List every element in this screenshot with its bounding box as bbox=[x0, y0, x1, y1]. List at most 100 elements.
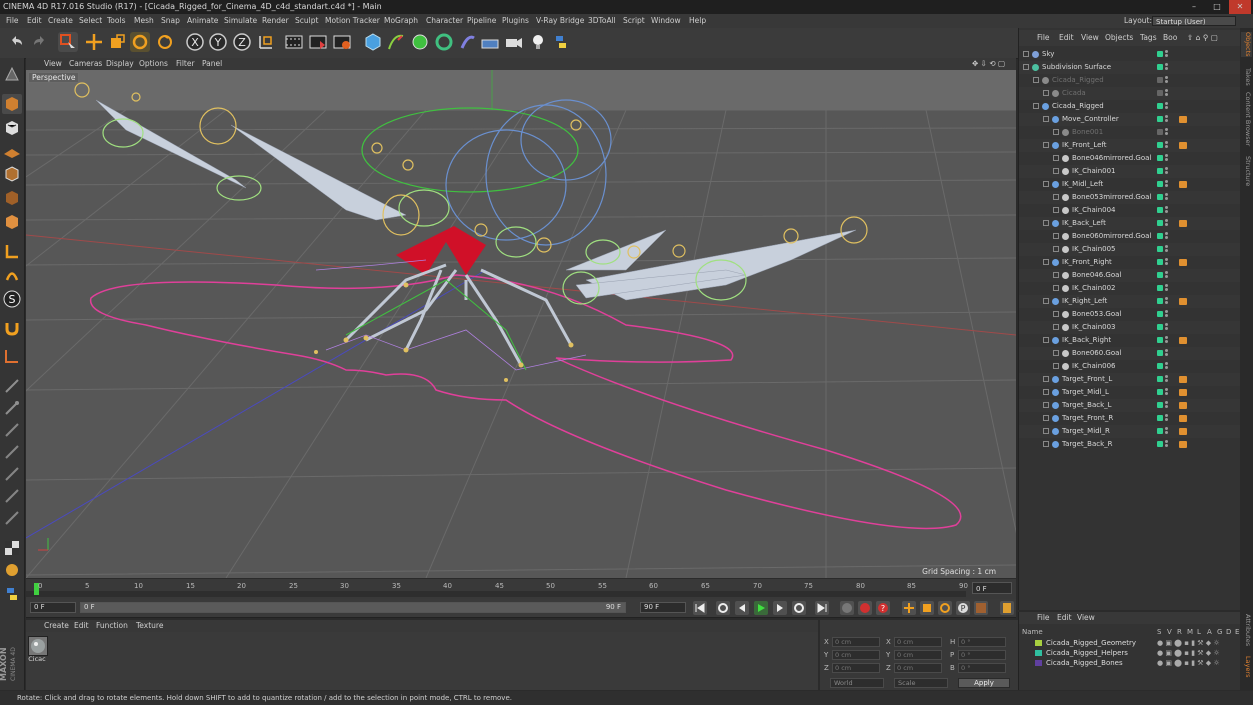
material-menu-texture[interactable]: Texture bbox=[136, 620, 163, 632]
undo-icon[interactable] bbox=[6, 32, 26, 52]
next-frame-icon[interactable] bbox=[773, 601, 787, 615]
axis-mode-icon[interactable] bbox=[2, 241, 22, 261]
layer-tag-icon[interactable] bbox=[1157, 155, 1163, 161]
object-row[interactable]: IK_Back_Right bbox=[1019, 334, 1241, 347]
visibility-dots-icon[interactable] bbox=[1165, 167, 1168, 176]
object-row[interactable]: Cicada_Rigged bbox=[1019, 74, 1241, 87]
size-z-field[interactable]: 0 cm bbox=[894, 663, 942, 673]
python-script-icon[interactable] bbox=[2, 584, 22, 604]
layer-tag-icon[interactable] bbox=[1157, 246, 1163, 252]
menu-window[interactable]: Window bbox=[651, 14, 681, 28]
goto-end-icon[interactable] bbox=[815, 601, 829, 615]
layer-tag-icon[interactable] bbox=[1157, 259, 1163, 265]
material-swatch[interactable] bbox=[28, 636, 48, 656]
expand-toggle-icon[interactable] bbox=[1043, 142, 1049, 148]
floor-icon[interactable] bbox=[480, 32, 500, 52]
expand-toggle-icon[interactable] bbox=[1043, 441, 1049, 447]
expand-toggle-icon[interactable] bbox=[1043, 298, 1049, 304]
points-mode-icon[interactable] bbox=[2, 164, 22, 184]
object-row[interactable]: IK_Chain006 bbox=[1019, 360, 1241, 373]
brush-icon[interactable] bbox=[2, 398, 22, 418]
end-frame-field[interactable]: 90 F bbox=[640, 602, 686, 613]
expand-toggle-icon[interactable] bbox=[1033, 77, 1039, 83]
weld-icon[interactable] bbox=[2, 508, 22, 528]
object-row[interactable]: IK_Chain005 bbox=[1019, 243, 1241, 256]
size-x-field[interactable]: 0 cm bbox=[894, 637, 942, 647]
object-row[interactable]: Target_Front_L bbox=[1019, 373, 1241, 386]
visibility-dots-icon[interactable] bbox=[1165, 349, 1168, 358]
scale-icon[interactable] bbox=[107, 32, 127, 52]
model-mode-icon[interactable] bbox=[2, 94, 22, 114]
visibility-dots-icon[interactable] bbox=[1165, 440, 1168, 449]
expand-toggle-icon[interactable] bbox=[1043, 259, 1049, 265]
object-row[interactable]: Bone001 bbox=[1019, 126, 1241, 139]
constraint-tag-icon[interactable] bbox=[1179, 298, 1187, 305]
visibility-dots-icon[interactable] bbox=[1165, 336, 1168, 345]
expand-toggle-icon[interactable] bbox=[1053, 207, 1059, 213]
cube-icon[interactable] bbox=[363, 32, 383, 52]
menu-file[interactable]: File bbox=[6, 14, 19, 28]
expand-toggle-icon[interactable] bbox=[1053, 272, 1059, 278]
om-menu-file[interactable]: File bbox=[1037, 30, 1050, 46]
menu-animate[interactable]: Animate bbox=[187, 14, 218, 28]
layer-toggles[interactable]: ● ▣ ⬤ ▪ ▮ ⚒ ◆ ☼ bbox=[1157, 638, 1220, 648]
visibility-dots-icon[interactable] bbox=[1165, 206, 1168, 215]
expand-toggle-icon[interactable] bbox=[1043, 116, 1049, 122]
layer-tag-icon[interactable] bbox=[1157, 233, 1163, 239]
tab-attributes[interactable]: Attributes bbox=[1241, 614, 1252, 646]
layer-tag-icon[interactable] bbox=[1157, 194, 1163, 200]
maximize-button[interactable]: □ bbox=[1206, 0, 1228, 14]
tab-structure[interactable]: Structure bbox=[1241, 156, 1252, 186]
object-row[interactable]: Cicada_Rigged bbox=[1019, 100, 1241, 113]
layer-tag-icon[interactable] bbox=[1157, 337, 1163, 343]
visibility-dots-icon[interactable] bbox=[1165, 310, 1168, 319]
menu-vray-bridge[interactable]: V-Ray Bridge bbox=[536, 14, 584, 28]
move-key-icon[interactable] bbox=[902, 601, 916, 615]
layer-tag-icon[interactable] bbox=[1157, 90, 1163, 96]
coordinate-system-icon[interactable] bbox=[256, 32, 276, 52]
visibility-dots-icon[interactable] bbox=[1165, 297, 1168, 306]
light-icon[interactable] bbox=[528, 32, 548, 52]
next-key-icon[interactable] bbox=[792, 601, 806, 615]
extrude-icon[interactable] bbox=[2, 442, 22, 462]
om-menu-bookmarks[interactable]: Boo bbox=[1163, 30, 1177, 46]
viewport-nav-icons[interactable]: ✥ ⇩ ⟲ ▢ bbox=[972, 58, 1005, 70]
expand-toggle-icon[interactable] bbox=[1043, 402, 1049, 408]
visibility-dots-icon[interactable] bbox=[1165, 154, 1168, 163]
array-icon[interactable] bbox=[434, 32, 454, 52]
object-row[interactable]: Bone053.Goal bbox=[1019, 308, 1241, 321]
layer-tag-icon[interactable] bbox=[1157, 129, 1163, 135]
layer-tag-icon[interactable] bbox=[1157, 116, 1163, 122]
tweak-mode-icon[interactable] bbox=[2, 265, 22, 285]
menu-plugins[interactable]: Plugins bbox=[502, 14, 529, 28]
layer-tag-icon[interactable] bbox=[1157, 298, 1163, 304]
deformer-icon[interactable] bbox=[458, 32, 478, 52]
object-row[interactable]: Bone046.Goal bbox=[1019, 269, 1241, 282]
object-row[interactable]: Sky bbox=[1019, 48, 1241, 61]
layer-tag-icon[interactable] bbox=[1157, 428, 1163, 434]
magnet-icon[interactable] bbox=[2, 318, 22, 338]
current-frame-field[interactable]: 0 F bbox=[972, 582, 1012, 594]
layout-select[interactable]: Startup (User) bbox=[1152, 16, 1236, 26]
menu-sculpt[interactable]: Sculpt bbox=[295, 14, 318, 28]
menu-mograph[interactable]: MoGraph bbox=[384, 14, 418, 28]
pen-spline-icon[interactable] bbox=[386, 32, 406, 52]
om-menu-edit[interactable]: Edit bbox=[1059, 30, 1074, 46]
menu-motion-tracker[interactable]: Motion Tracker bbox=[325, 14, 380, 28]
expand-toggle-icon[interactable] bbox=[1053, 129, 1059, 135]
visibility-dots-icon[interactable] bbox=[1165, 258, 1168, 267]
expand-toggle-icon[interactable] bbox=[1053, 285, 1059, 291]
tab-objects[interactable]: Objects bbox=[1241, 32, 1252, 57]
layer-toggles[interactable]: ● ▣ ⬤ ▪ ▮ ⚒ ◆ ☼ bbox=[1157, 648, 1220, 658]
pos-y-field[interactable]: 0 cm bbox=[832, 650, 880, 660]
size-y-field[interactable]: 0 cm bbox=[894, 650, 942, 660]
menu-render[interactable]: Render bbox=[262, 14, 289, 28]
material-menu-edit[interactable]: Edit bbox=[74, 620, 89, 632]
rotate-key-icon[interactable] bbox=[938, 601, 952, 615]
minimize-button[interactable]: – bbox=[1183, 0, 1205, 14]
z-axis-lock-button[interactable]: Z bbox=[232, 32, 252, 52]
layer-tag-icon[interactable] bbox=[1157, 272, 1163, 278]
visibility-dots-icon[interactable] bbox=[1165, 401, 1168, 410]
menu-simulate[interactable]: Simulate bbox=[224, 14, 257, 28]
layer-toggles[interactable]: ● ▣ ⬤ ▪ ▮ ⚒ ◆ ☼ bbox=[1157, 658, 1220, 668]
